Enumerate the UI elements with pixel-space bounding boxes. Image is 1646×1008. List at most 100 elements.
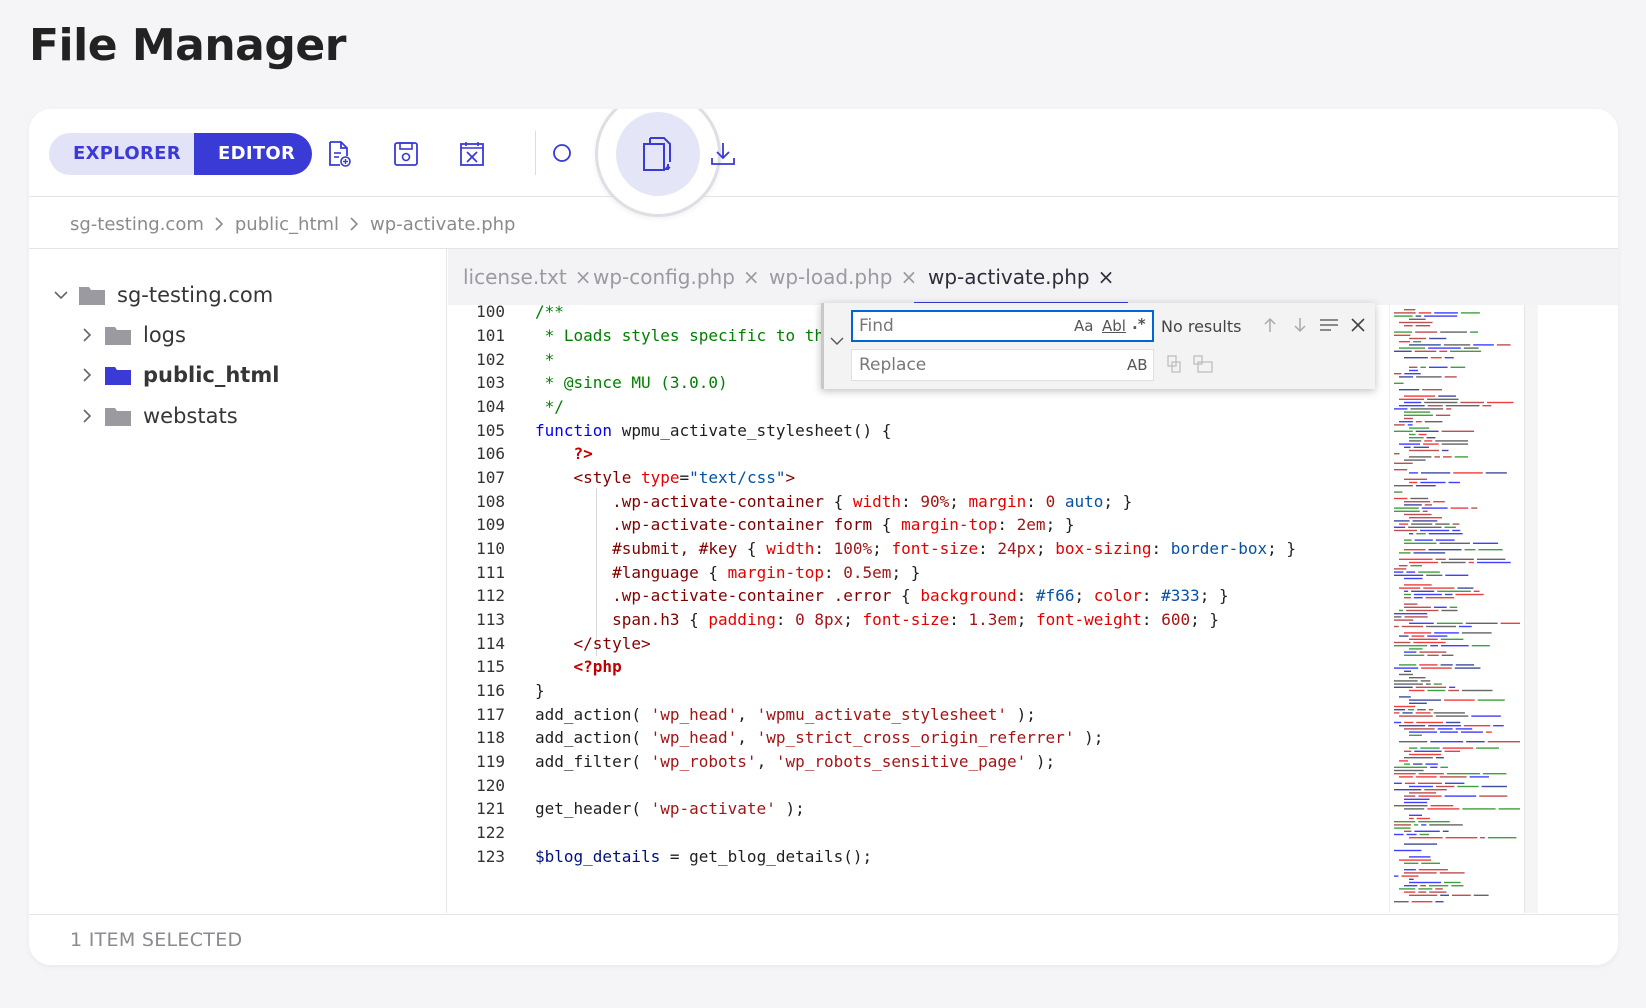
minimap-line <box>1464 549 1476 551</box>
new-file-icon[interactable] <box>322 137 356 171</box>
arrow-down-icon[interactable] <box>1290 315 1310 335</box>
minimap-line <box>1448 689 1460 692</box>
save-icon[interactable] <box>389 137 423 171</box>
chevron-right-icon[interactable] <box>77 368 97 382</box>
minimap-line <box>1406 571 1416 573</box>
minimap-line <box>1404 757 1433 759</box>
minimap-line <box>1404 577 1423 580</box>
tree-item-label: sg-testing.com <box>117 283 274 307</box>
explorer-tab-button[interactable]: EXPLORER <box>49 133 194 175</box>
minimap-line <box>1394 712 1400 714</box>
minimap-line <box>1427 689 1446 692</box>
tree-item-webstats[interactable]: webstats <box>77 398 238 434</box>
minimap-line <box>1439 542 1470 544</box>
minimap-line <box>1394 824 1411 826</box>
minimap-line <box>1420 680 1431 682</box>
whole-word-toggle[interactable]: Abl <box>1102 317 1126 335</box>
toolbar-divider <box>535 131 536 175</box>
chevron-right-icon[interactable] <box>77 409 97 423</box>
code-line: 116} <box>448 678 1448 703</box>
close-icon[interactable] <box>1348 315 1368 335</box>
preserve-case-toggle[interactable]: AB <box>1127 356 1148 374</box>
minimap-line <box>1433 712 1465 714</box>
minimap-line <box>1409 533 1414 535</box>
arrow-up-icon[interactable] <box>1260 315 1280 335</box>
minimap-line <box>1437 590 1471 592</box>
tree-item-public-html[interactable]: public_html <box>77 357 279 393</box>
minimap-line <box>1404 808 1425 810</box>
minimap-line <box>1418 891 1427 893</box>
minimap-line <box>1480 837 1485 839</box>
chevron-right-icon[interactable] <box>77 328 97 342</box>
chevron-down-icon[interactable] <box>829 333 845 349</box>
minimap-line <box>1430 766 1438 768</box>
tree-item-root[interactable]: sg-testing.com <box>51 277 273 313</box>
scrollbar[interactable] <box>1524 305 1538 913</box>
tree-item-label: logs <box>143 323 186 347</box>
close-icon[interactable]: × <box>743 265 760 289</box>
minimap-line <box>1394 821 1416 823</box>
download-icon[interactable] <box>706 137 740 171</box>
minimap-line <box>1469 331 1479 333</box>
tab-label: wp-load.php <box>769 265 893 289</box>
minimap-line <box>1404 798 1430 800</box>
minimap-line <box>1434 632 1459 634</box>
find-in-selection-icon[interactable] <box>1318 315 1340 335</box>
breadcrumb-item[interactable]: sg-testing.com <box>70 214 204 235</box>
minimap-line <box>1404 597 1411 599</box>
tab-wp-load[interactable]: wp-load.php × <box>769 249 917 305</box>
minimap-line <box>1409 878 1414 880</box>
minimap-line <box>1459 625 1472 628</box>
breadcrumb-item[interactable]: wp-activate.php <box>370 214 515 235</box>
minimap-line <box>1404 325 1413 327</box>
minimap-line <box>1437 728 1453 730</box>
regex-toggle[interactable]: .* <box>1132 315 1146 333</box>
tab-wp-activate[interactable]: wp-activate.php × <box>913 249 1129 305</box>
minimap-line <box>1463 347 1479 349</box>
tab-label: wp-config.php <box>593 265 735 289</box>
close-icon[interactable]: × <box>900 265 917 289</box>
close-icon[interactable]: × <box>1098 265 1115 289</box>
tab-wp-config[interactable]: wp-config.php × <box>593 249 760 305</box>
line-number: 108 <box>476 492 505 511</box>
replace-input[interactable]: Replace <box>851 349 1154 381</box>
minimap-line <box>1404 401 1422 404</box>
minimap-line <box>1399 609 1404 612</box>
editor-tab-button[interactable]: EDITOR <box>194 133 312 175</box>
minimap-line <box>1477 699 1505 701</box>
minimap-line <box>1441 609 1458 612</box>
minimap-line <box>1428 725 1461 727</box>
minimap-line <box>1409 856 1431 858</box>
minimap-line <box>1472 542 1499 544</box>
close-file-icon[interactable] <box>455 137 489 171</box>
copy-icon[interactable] <box>616 112 700 196</box>
minimap-line <box>1404 606 1431 608</box>
minimap-line <box>1473 894 1489 896</box>
minimap-line <box>1409 699 1442 701</box>
minimap-line <box>1441 449 1449 452</box>
chevron-down-icon[interactable] <box>51 290 71 300</box>
minimap-line <box>1394 680 1418 682</box>
replace-icon[interactable] <box>1164 353 1184 375</box>
search-icon[interactable] <box>545 137 579 171</box>
code-line: 119 add_filter( 'wp_robots', 'wp_robots_s… <box>448 749 1448 774</box>
minimap-line <box>1420 747 1440 749</box>
replace-all-icon[interactable] <box>1192 353 1214 375</box>
minimap-preview <box>1394 309 1520 903</box>
code-line: 108 .wp-activate-container { width: 90%;… <box>448 489 1448 514</box>
breadcrumb-item[interactable]: public_html <box>235 214 339 235</box>
match-case-toggle[interactable]: Aa <box>1074 317 1093 335</box>
minimap-line <box>1409 472 1419 474</box>
minimap[interactable] <box>1389 305 1529 913</box>
minimap-line <box>1451 885 1464 887</box>
minimap-line <box>1415 712 1431 714</box>
minimap-line <box>1399 664 1417 666</box>
minimap-line <box>1399 741 1428 743</box>
minimap-line <box>1496 344 1511 346</box>
close-icon[interactable]: × <box>575 265 592 289</box>
minimap-line <box>1406 609 1439 612</box>
tree-item-logs[interactable]: logs <box>77 317 186 353</box>
minimap-line <box>1498 808 1520 810</box>
minimap-line <box>1428 709 1434 711</box>
tab-license[interactable]: license.txt × <box>463 249 591 305</box>
